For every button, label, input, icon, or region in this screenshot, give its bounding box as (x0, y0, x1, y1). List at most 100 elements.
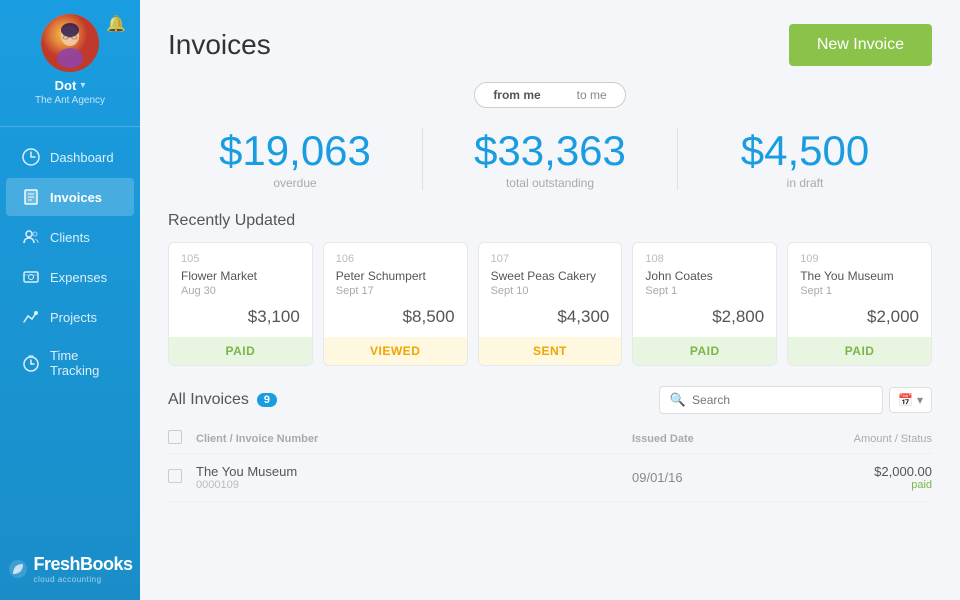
sidebar-divider (0, 126, 140, 127)
invoice-count-badge: 9 (257, 393, 277, 407)
td-amount: $2,000.00 paid (772, 464, 932, 491)
freshbooks-leaf-icon (7, 558, 29, 580)
card-number-106: 106 (336, 253, 455, 265)
card-date-105: Aug 30 (181, 285, 300, 297)
card-amount-107: $4,300 (491, 307, 610, 327)
td-client: The You Museum 0000109 (196, 464, 632, 491)
chevron-down-icon[interactable]: ▾ (80, 80, 85, 91)
sidebar-item-label-expenses: Expenses (50, 270, 107, 285)
avatar[interactable] (41, 14, 99, 72)
sidebar-item-label-clients: Clients (50, 230, 90, 245)
sidebar: 🔔 (0, 0, 140, 600)
td-client-name: The You Museum (196, 464, 632, 479)
invoice-card-108[interactable]: 108 John Coates Sept 1 $2,800 PAID (632, 242, 777, 366)
stat-draft: $4,500 in draft (677, 128, 932, 190)
search-input[interactable] (692, 393, 872, 407)
card-client-107: Sweet Peas Cakery (491, 269, 610, 283)
card-number-108: 108 (645, 253, 764, 265)
page-title: Invoices (168, 29, 271, 61)
td-date: 09/01/16 (632, 470, 772, 485)
th-client: Client / Invoice Number (196, 433, 632, 445)
row-checkbox[interactable] (168, 469, 182, 483)
expenses-icon (22, 268, 40, 286)
card-status-106: VIEWED (324, 337, 467, 365)
new-invoice-button[interactable]: New Invoice (789, 24, 932, 66)
invoice-cards: 105 Flower Market Aug 30 $3,100 PAID 106… (168, 242, 932, 366)
sidebar-item-label-invoices: Invoices (50, 190, 102, 205)
th-check (168, 430, 196, 447)
sidebar-item-time-tracking[interactable]: Time Tracking (6, 338, 134, 388)
toggle-to-me[interactable]: to me (559, 83, 625, 107)
card-amount-106: $8,500 (336, 307, 455, 327)
card-number-109: 109 (800, 253, 919, 265)
freshbooks-sub: cloud accounting (33, 575, 132, 584)
sidebar-user-section: 🔔 (0, 0, 140, 116)
card-date-109: Sept 1 (800, 285, 919, 297)
clients-icon (22, 228, 40, 246)
sidebar-item-dashboard[interactable]: Dashboard (6, 138, 134, 176)
sidebar-item-clients[interactable]: Clients (6, 218, 134, 256)
card-date-106: Sept 17 (336, 285, 455, 297)
table-row[interactable]: The You Museum 0000109 09/01/16 $2,000.0… (168, 454, 932, 502)
calendar-icon: 📅 (898, 393, 913, 407)
stat-overdue: $19,063 overdue (168, 128, 422, 190)
card-amount-105: $3,100 (181, 307, 300, 327)
calendar-filter-button[interactable]: 📅 ▾ (889, 387, 932, 413)
card-date-108: Sept 1 (645, 285, 764, 297)
calendar-chevron-icon: ▾ (917, 393, 923, 407)
card-client-109: The You Museum (800, 269, 919, 283)
toggle-row: from me to me (168, 82, 932, 108)
invoice-card-105[interactable]: 105 Flower Market Aug 30 $3,100 PAID (168, 242, 313, 366)
card-status-109: PAID (788, 337, 931, 365)
td-amount-value: $2,000.00 (772, 464, 932, 479)
stat-draft-label: in draft (698, 176, 912, 190)
sidebar-item-invoices[interactable]: Invoices (6, 178, 134, 216)
invoice-card-107[interactable]: 107 Sweet Peas Cakery Sept 10 $4,300 SEN… (478, 242, 623, 366)
card-body-105: 105 Flower Market Aug 30 $3,100 (169, 243, 312, 337)
invoice-card-109[interactable]: 109 The You Museum Sept 1 $2,000 PAID (787, 242, 932, 366)
stat-overdue-amount: $19,063 (188, 128, 402, 174)
stat-draft-amount: $4,500 (698, 128, 912, 174)
td-status: paid (772, 479, 932, 491)
stats-row: $19,063 overdue $33,363 total outstandin… (168, 128, 932, 190)
toggle-from-me[interactable]: from me (475, 83, 558, 107)
card-status-107: SENT (479, 337, 622, 365)
all-invoices-header: All Invoices 9 🔍 📅 ▾ (168, 386, 932, 414)
stat-outstanding-label: total outstanding (443, 176, 657, 190)
card-client-105: Flower Market (181, 269, 300, 283)
td-client-number: 0000109 (196, 479, 632, 491)
search-icon: 🔍 (670, 392, 686, 408)
projects-icon (22, 308, 40, 326)
select-all-checkbox[interactable] (168, 430, 182, 444)
invoice-direction-toggle: from me to me (474, 82, 625, 108)
td-check (168, 469, 196, 486)
user-name: Dot (55, 78, 77, 93)
sidebar-item-label-time-tracking: Time Tracking (50, 348, 118, 378)
card-body-109: 109 The You Museum Sept 1 $2,000 (788, 243, 931, 337)
all-invoices-label: All Invoices (168, 391, 249, 409)
sidebar-item-projects[interactable]: Projects (6, 298, 134, 336)
card-body-106: 106 Peter Schumpert Sept 17 $8,500 (324, 243, 467, 337)
freshbooks-brand: FreshBooks (33, 554, 132, 575)
th-amount: Amount / Status (772, 433, 932, 445)
card-body-108: 108 John Coates Sept 1 $2,800 (633, 243, 776, 337)
stat-outstanding: $33,363 total outstanding (422, 128, 677, 190)
main-content: Invoices New Invoice from me to me $19,0… (140, 0, 960, 600)
sidebar-item-expenses[interactable]: Expenses (6, 258, 134, 296)
freshbooks-logo-section: FreshBooks cloud accounting (7, 538, 132, 600)
stat-overdue-label: overdue (188, 176, 402, 190)
card-date-107: Sept 10 (491, 285, 610, 297)
recently-updated-title: Recently Updated (168, 212, 932, 230)
user-agency: The Ant Agency (35, 95, 105, 106)
all-invoices-title-group: All Invoices 9 (168, 391, 277, 409)
card-amount-109: $2,000 (800, 307, 919, 327)
invoice-card-106[interactable]: 106 Peter Schumpert Sept 17 $8,500 VIEWE… (323, 242, 468, 366)
invoices-icon (22, 188, 40, 206)
bell-icon[interactable]: 🔔 (106, 14, 126, 34)
time-tracking-icon (22, 354, 40, 372)
card-client-108: John Coates (645, 269, 764, 283)
sidebar-item-label-dashboard: Dashboard (50, 150, 114, 165)
card-status-105: PAID (169, 337, 312, 365)
card-status-108: PAID (633, 337, 776, 365)
sidebar-item-label-projects: Projects (50, 310, 97, 325)
